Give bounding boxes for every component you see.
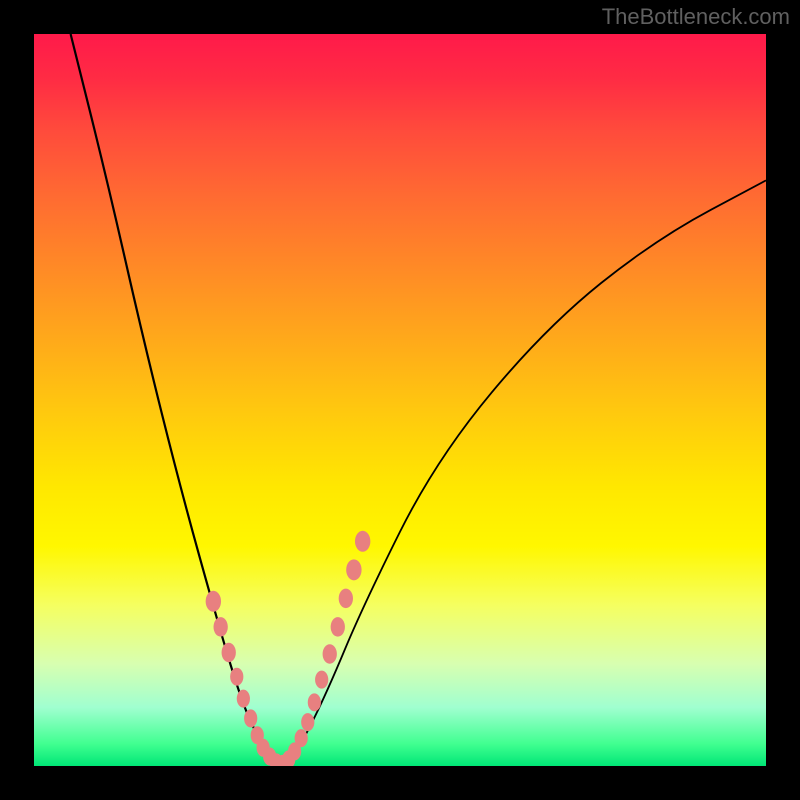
data-marker: [355, 531, 370, 552]
chart-svg: [34, 34, 766, 766]
data-marker: [301, 713, 314, 731]
data-marker: [339, 589, 353, 609]
curve-left-descent: [71, 34, 283, 766]
data-marker: [295, 729, 308, 747]
data-marker: [308, 693, 321, 711]
data-marker: [331, 617, 345, 637]
data-marker: [222, 643, 236, 663]
data-marker: [237, 690, 250, 708]
watermark-text: TheBottleneck.com: [602, 4, 790, 30]
data-marker: [230, 668, 243, 686]
plot-area: [34, 34, 766, 766]
data-marker: [346, 559, 361, 580]
data-marker: [244, 709, 257, 727]
data-marker: [323, 644, 337, 664]
data-marker: [214, 617, 228, 637]
data-marker: [206, 591, 221, 612]
data-marker: [315, 671, 328, 689]
curve-right-ascent: [283, 180, 766, 766]
